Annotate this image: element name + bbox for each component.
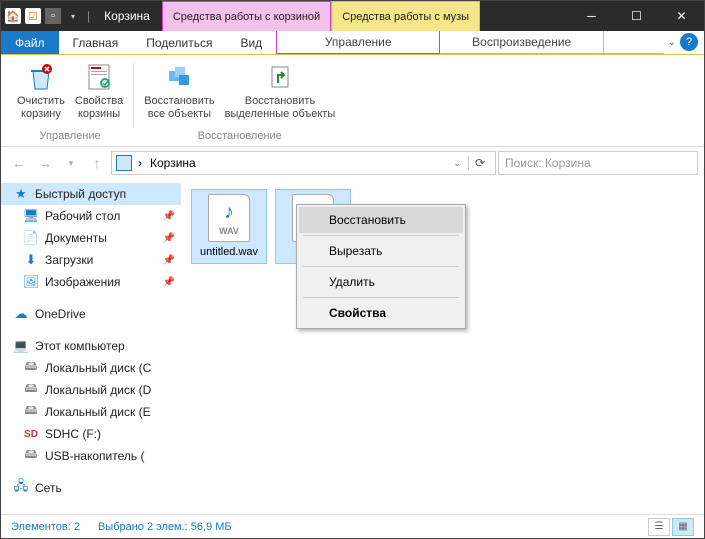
minimize-button[interactable]: ─ (569, 1, 614, 31)
forward-button[interactable]: → (33, 151, 57, 175)
recycle-bin-properties-button[interactable]: Свойства корзины (71, 59, 127, 128)
home-tab[interactable]: Главная (59, 31, 133, 54)
documents-icon: 📄 (23, 230, 39, 246)
sd-card-icon: SD (23, 426, 39, 442)
menubar: Файл Главная Поделиться Вид Управление В… (1, 31, 704, 55)
details-view-button[interactable]: ☰ (648, 518, 670, 536)
recycle-bin-small-icon (116, 155, 132, 171)
icons-view-button[interactable]: ▦ (672, 518, 694, 536)
file-item[interactable]: ♪ WAV untitled.wav (191, 189, 267, 264)
navigation-pane: ★Быстрый доступ 🖥Рабочий стол📌 📄Документ… (1, 179, 181, 514)
ctx-delete[interactable]: Удалить (299, 269, 463, 295)
manage-tab[interactable]: Управление (276, 31, 440, 54)
search-input[interactable]: Поиск: Корзина (498, 151, 698, 175)
disk-icon: 🖴 (23, 360, 39, 376)
sidebar-documents[interactable]: 📄Документы📌 (1, 227, 181, 249)
sidebar-desktop[interactable]: 🖥Рабочий стол📌 (1, 205, 181, 227)
pin-icon: 📌 (163, 255, 175, 266)
view-tab[interactable]: Вид (226, 31, 276, 54)
back-button[interactable]: ← (7, 151, 31, 175)
restore-all-button[interactable]: Восстановить все объекты (140, 59, 218, 128)
disk-icon: 🖴 (23, 404, 39, 420)
refresh-button[interactable]: ⟳ (468, 156, 491, 170)
close-button[interactable]: ✕ (659, 1, 704, 31)
pictures-icon: 🖼 (23, 274, 39, 290)
file-name: untitled.wav (200, 246, 258, 259)
sidebar-disk-d[interactable]: 🖴Локальный диск (D (1, 379, 181, 401)
ribbon-group-manage: Управление (13, 128, 127, 146)
pin-icon: 📌 (163, 211, 175, 222)
ribbon-group-restore: Восстановление (140, 128, 339, 146)
sidebar-pictures[interactable]: 🖼Изображения📌 (1, 271, 181, 293)
restore-all-icon (163, 61, 195, 93)
qat-dropdown-icon[interactable]: ▾ (65, 8, 81, 24)
ctx-separator (303, 297, 459, 298)
window-title: Корзина (96, 1, 158, 31)
restore-selected-icon (264, 61, 296, 93)
qat-new-icon[interactable]: ▫ (45, 8, 61, 24)
app-icon: 🏠 (5, 8, 21, 24)
ctx-cut[interactable]: Вырезать (299, 238, 463, 264)
context-tab-music[interactable]: Средства работы с музы (331, 1, 480, 31)
sidebar-disk-e[interactable]: 🖴Локальный диск (E (1, 401, 181, 423)
titlebar: 🏠 ☑ ▫ ▾ | Корзина Средства работы с корз… (1, 1, 704, 31)
address-bar[interactable]: › Корзина ⌄ ⟳ (111, 151, 496, 175)
usb-icon: 🖴 (23, 448, 39, 464)
network-icon: 🖧 (13, 480, 29, 496)
navigation-bar: ← → ▾ ↑ › Корзина ⌄ ⟳ Поиск: Корзина (1, 147, 704, 179)
sidebar-this-pc[interactable]: 💻Этот компьютер (1, 335, 181, 357)
context-tab-recycle-bin[interactable]: Средства работы с корзиной (162, 1, 331, 31)
empty-recycle-bin-button[interactable]: Очистить корзину (13, 59, 69, 128)
disk-icon: 🖴 (23, 382, 39, 398)
sidebar-onedrive[interactable]: ☁OneDrive (1, 303, 181, 325)
share-tab[interactable]: Поделиться (132, 31, 226, 54)
ctx-separator (303, 235, 459, 236)
downloads-icon: ⬇ (23, 252, 39, 268)
ribbon: Очистить корзину Свойства корзины Управл… (1, 55, 704, 147)
desktop-icon: 🖥 (23, 208, 39, 224)
music-note-icon: ♪ (224, 201, 234, 224)
statusbar: Элементов: 2 Выбрано 2 элем.: 56,9 МБ ☰ … (1, 514, 704, 538)
help-icon[interactable]: ? (680, 33, 698, 51)
ribbon-expand-icon[interactable]: ⌄ (664, 31, 680, 54)
sidebar-usb[interactable]: 🖴USB-накопитель ( (1, 445, 181, 467)
context-menu: Восстановить Вырезать Удалить Свойства (296, 204, 466, 329)
breadcrumb-item[interactable]: Корзина (148, 156, 198, 170)
item-count: Элементов: 2 (11, 521, 80, 533)
pin-icon: 📌 (163, 277, 175, 288)
up-button[interactable]: ↑ (85, 151, 109, 175)
recycle-bin-icon (25, 61, 57, 93)
onedrive-icon: ☁ (13, 306, 29, 322)
maximize-button[interactable]: ☐ (614, 1, 659, 31)
properties-icon (83, 61, 115, 93)
sidebar-quick-access[interactable]: ★Быстрый доступ (1, 183, 181, 205)
selection-info: Выбрано 2 элем.: 56,9 МБ (98, 521, 232, 533)
playback-tab[interactable]: Воспроизведение (440, 31, 604, 54)
history-dropdown[interactable]: ▾ (59, 151, 83, 175)
sidebar-sdhc[interactable]: SDSDHC (F:) (1, 423, 181, 445)
file-tab[interactable]: Файл (1, 31, 59, 54)
pin-icon: 📌 (163, 233, 175, 244)
restore-selected-button[interactable]: Восстановить выделенные объекты (221, 59, 340, 128)
wav-file-icon: ♪ WAV (208, 194, 250, 242)
ctx-properties[interactable]: Свойства (299, 300, 463, 326)
sidebar-downloads[interactable]: ⬇Загрузки📌 (1, 249, 181, 271)
sidebar-network[interactable]: 🖧Сеть (1, 477, 181, 499)
qat-checkbox-icon[interactable]: ☑ (25, 8, 41, 24)
ctx-restore[interactable]: Восстановить (299, 207, 463, 233)
sidebar-disk-c[interactable]: 🖴Локальный диск (C (1, 357, 181, 379)
breadcrumb-separator: › (136, 156, 144, 170)
pc-icon: 💻 (13, 338, 29, 354)
address-dropdown-icon[interactable]: ⌄ (450, 158, 464, 169)
ctx-separator (303, 266, 459, 267)
star-icon: ★ (13, 186, 29, 202)
